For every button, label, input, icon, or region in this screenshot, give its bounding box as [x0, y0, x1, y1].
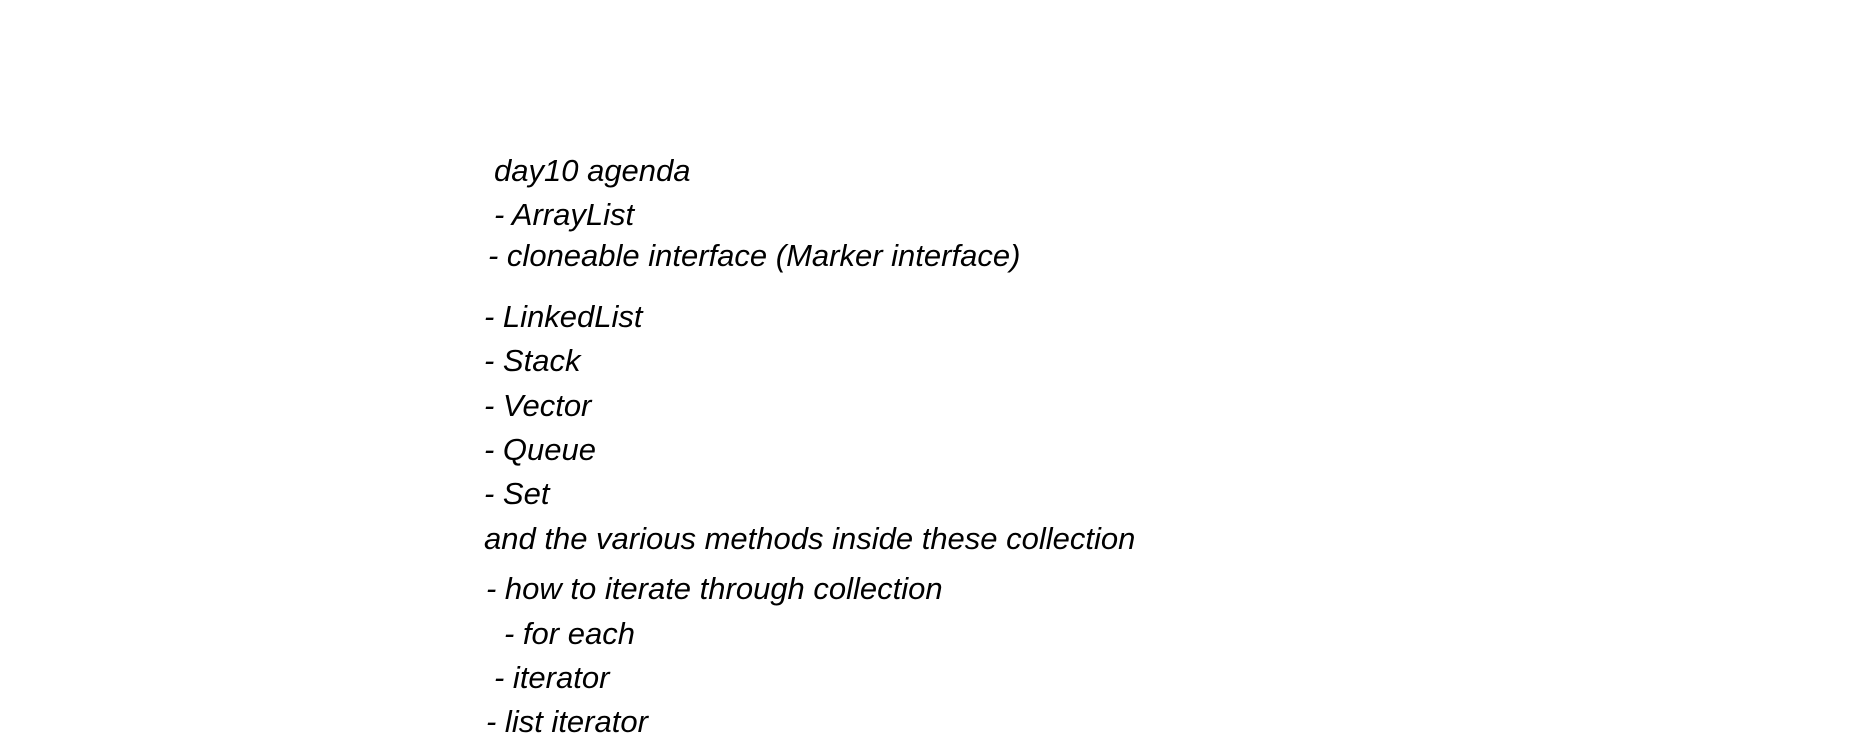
agenda-item-linkedlist: - LinkedList	[484, 299, 643, 334]
agenda-subitem-list-iterator: - list iterator	[486, 704, 648, 739]
agenda-item-vector: - Vector	[484, 388, 592, 423]
agenda-item-arraylist: - ArrayList	[494, 197, 635, 232]
agenda-item-queue: - Queue	[484, 432, 597, 467]
agenda-item-iterate: - how to iterate through collection	[486, 571, 943, 606]
agenda-item-set: - Set	[484, 476, 550, 511]
agenda-text-methods: and the various methods inside these col…	[484, 521, 1136, 556]
agenda-title: day10 agenda	[494, 153, 691, 188]
agenda-subitem-iterator: - iterator	[494, 660, 610, 695]
agenda-item-cloneable: - cloneable interface (Marker interface)	[488, 238, 1021, 273]
agenda-subitem-for-each: - for each	[504, 616, 635, 651]
agenda-item-stack: - Stack	[484, 343, 581, 378]
note-page: day10 agenda - ArrayList - cloneable int…	[0, 0, 1850, 743]
